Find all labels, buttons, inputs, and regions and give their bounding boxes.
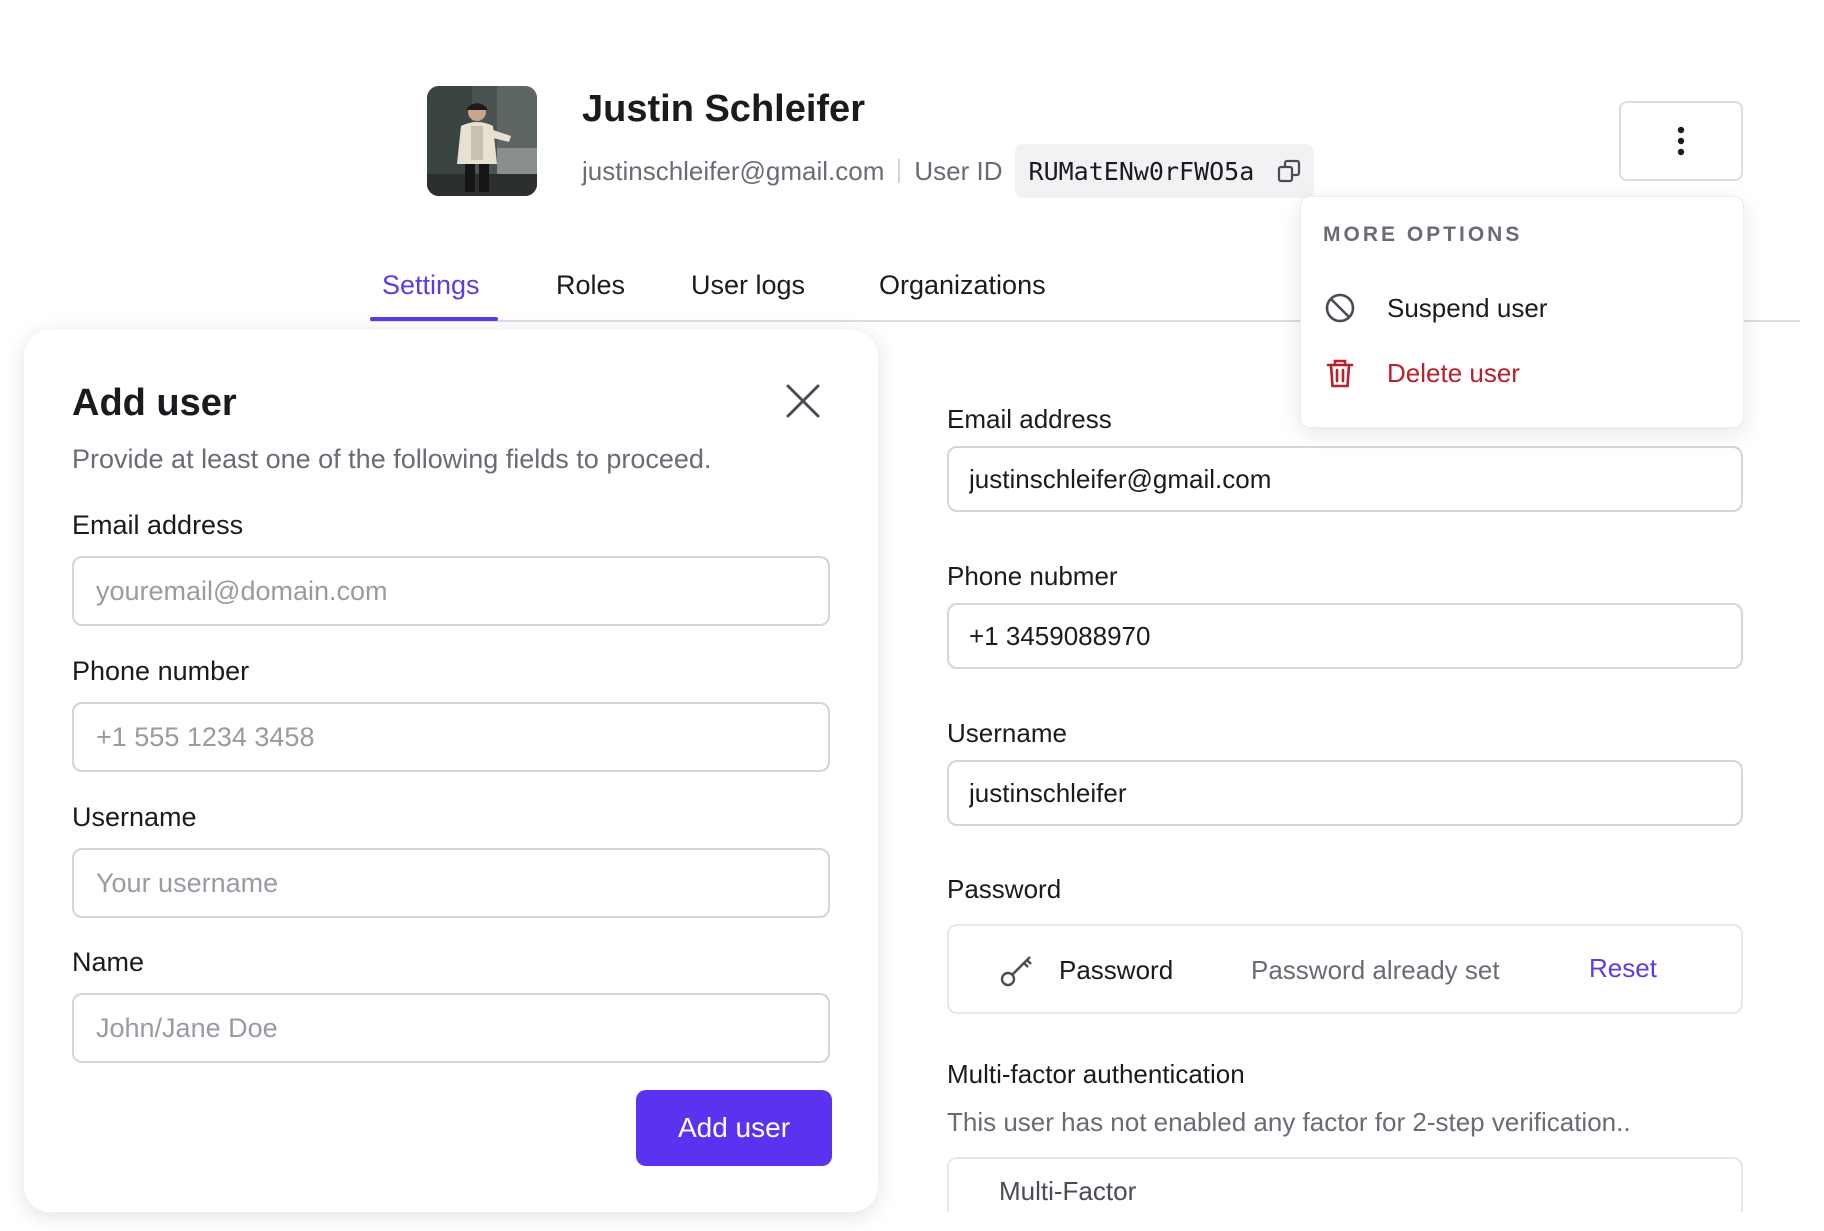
password-label: Password <box>947 874 1062 904</box>
password-status: Password already set <box>1251 955 1500 985</box>
tab-roles[interactable]: Roles <box>556 270 625 301</box>
modal-name-label: Name <box>72 947 145 977</box>
password-row-title: Password <box>1059 955 1174 985</box>
username-field[interactable] <box>947 760 1743 826</box>
username-label: Username <box>947 718 1067 748</box>
trash-icon <box>1323 356 1357 390</box>
tab-settings[interactable]: Settings <box>382 270 480 301</box>
reset-password-button[interactable]: Reset <box>1589 953 1657 984</box>
key-icon <box>1000 956 1032 987</box>
menu-item-suspend-user[interactable]: Suspend user <box>1323 283 1723 333</box>
tab-organizations[interactable]: Organizations <box>879 270 1046 301</box>
mfa-label: Multi-factor authentication <box>947 1059 1245 1089</box>
copy-icon[interactable] <box>1276 158 1302 184</box>
modal-username-label: Username <box>72 802 197 832</box>
user-id-label: User ID <box>914 155 1003 186</box>
tab-user-logs[interactable]: User logs <box>691 270 805 301</box>
modal-phone-field[interactable] <box>72 702 830 772</box>
add-user-modal: Add user Provide at least one of the fol… <box>24 330 878 1212</box>
email-label: Email address <box>947 404 1112 434</box>
active-tab-indicator <box>370 317 498 321</box>
modal-phone-label: Phone number <box>72 656 250 686</box>
ban-icon <box>1323 291 1357 325</box>
user-id-chip: RUMatENw0rFWO5a <box>1014 144 1315 198</box>
user-id-value: RUMatENw0rFWO5a <box>1028 156 1255 186</box>
menu-item-label: Delete user <box>1387 357 1520 388</box>
close-icon <box>786 384 820 418</box>
menu-item-delete-user[interactable]: Delete user <box>1323 348 1723 398</box>
mfa-row-title: Multi-Factor <box>999 1176 1137 1206</box>
viewport-edge <box>920 1212 1780 1231</box>
user-meta: justinschleifer@gmail.com User ID RUMatE… <box>582 144 1315 198</box>
more-options-button[interactable] <box>1619 101 1743 181</box>
phone-field[interactable] <box>947 603 1743 669</box>
avatar <box>427 86 537 196</box>
more-options-menu: MORE OPTIONS Suspend user Delete user <box>1300 196 1744 428</box>
modal-name-field[interactable] <box>72 993 830 1063</box>
password-row: Password Password already set Reset <box>947 924 1743 1014</box>
vertical-dots-icon <box>1677 126 1685 156</box>
close-button[interactable] <box>780 378 826 424</box>
modal-username-field[interactable] <box>72 848 830 918</box>
modal-title: Add user <box>72 382 237 424</box>
meta-divider <box>898 159 901 183</box>
menu-title: MORE OPTIONS <box>1323 223 1523 246</box>
mfa-description: This user has not enabled any factor for… <box>947 1107 1631 1137</box>
email-field[interactable] <box>947 446 1743 512</box>
add-user-button[interactable]: Add user <box>636 1090 832 1166</box>
modal-subtitle: Provide at least one of the following fi… <box>72 444 712 474</box>
phone-label: Phone nubmer <box>947 561 1118 591</box>
avatar-photo <box>427 86 537 196</box>
user-name: Justin Schleifer <box>582 88 865 130</box>
user-email: justinschleifer@gmail.com <box>582 155 885 186</box>
menu-item-label: Suspend user <box>1387 292 1548 323</box>
modal-email-field[interactable] <box>72 556 830 626</box>
modal-email-label: Email address <box>72 510 244 540</box>
